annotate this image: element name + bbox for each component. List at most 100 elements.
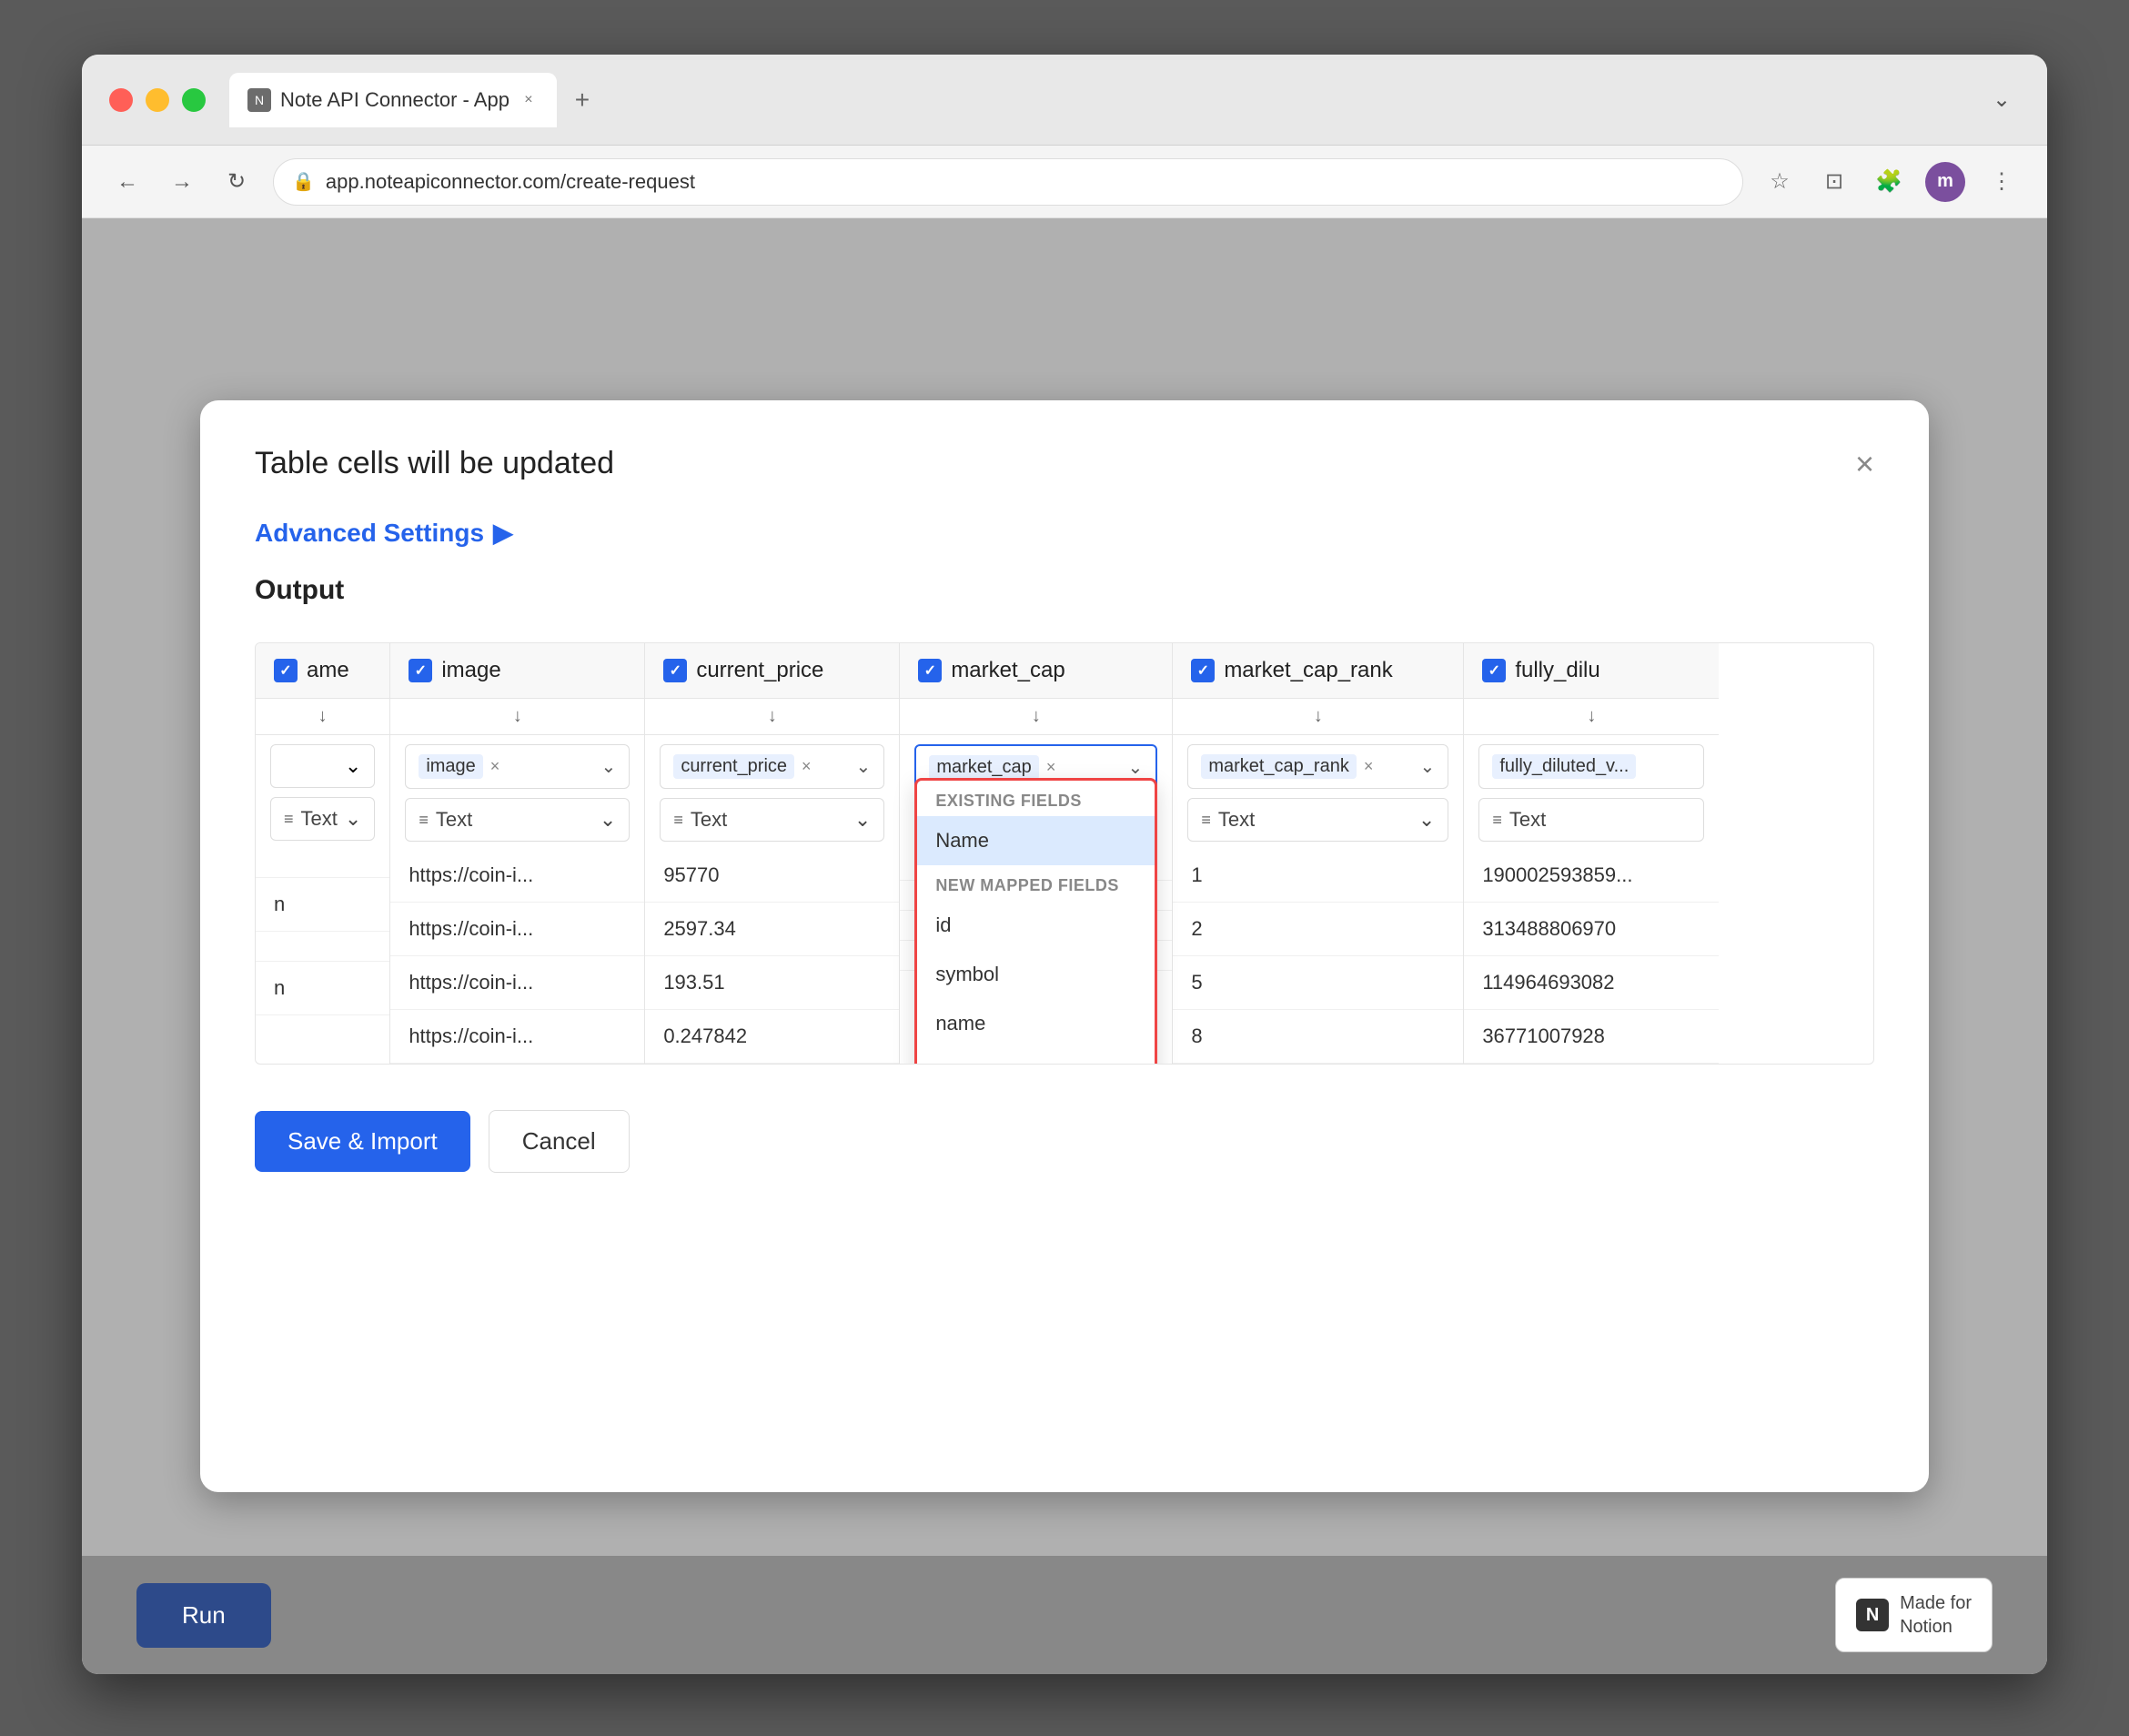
close-window-button[interactable] [109, 88, 133, 112]
tab-close-button[interactable]: × [519, 90, 539, 110]
col-image-type-value: Text [436, 808, 472, 832]
traffic-lights [109, 88, 206, 112]
col-fully-diluted-field-tag: fully_diluted_v... [1492, 754, 1636, 779]
col-market-cap-rank-field-selector[interactable]: market_cap_rank × ⌄ [1187, 744, 1448, 789]
toolbar-right: ☆ ⊡ 🧩 m ⋮ [1761, 162, 2020, 202]
col-current-price-field-clear[interactable]: × [802, 757, 812, 776]
table-row: n [256, 878, 389, 932]
col-fully-diluted-type-selector[interactable]: ≡ Text [1478, 798, 1704, 842]
screenshot-icon[interactable]: ⊡ [1816, 164, 1852, 200]
col-image-field-clear[interactable]: × [490, 757, 500, 776]
forward-button[interactable]: → [164, 164, 200, 200]
text-type-icon: ≡ [673, 811, 683, 830]
active-tab[interactable]: N Note API Connector - App × [229, 73, 557, 127]
col-fully-diluted-checkbox[interactable] [1482, 659, 1506, 682]
col-market-cap-rank-checkbox[interactable] [1191, 659, 1215, 682]
col-current-price: current_price ↓ current_price × ⌄ ≡ Text… [645, 643, 900, 1064]
dropdown-item-name[interactable]: Name [917, 816, 1155, 865]
col-fully-diluted-type-value: Text [1509, 808, 1546, 832]
profile-avatar[interactable]: m [1925, 162, 1965, 202]
bookmark-icon[interactable]: ☆ [1761, 164, 1798, 200]
col-name-field-selector[interactable]: ⌄ [270, 744, 375, 788]
browser-menu-button[interactable]: ⌄ [1983, 82, 2020, 118]
maximize-window-button[interactable] [182, 88, 206, 112]
col-current-price-field-arrow: ⌄ [856, 755, 872, 778]
minimize-window-button[interactable] [146, 88, 169, 112]
browser-toolbar: ← → ↻ 🔒 app.noteapiconnector.com/create-… [82, 146, 2047, 218]
made-for-notion-badge: N Made for Notion [1835, 1578, 1993, 1652]
col-current-price-header: current_price [645, 643, 899, 699]
extensions-icon[interactable]: 🧩 [1871, 164, 1907, 200]
browser-titlebar: N Note API Connector - App × + ⌄ [82, 55, 2047, 146]
bottom-bar: Run N Made for Notion [82, 1556, 2047, 1674]
table-row: 0.247842 [645, 1010, 899, 1064]
tab-bar: N Note API Connector - App × + [229, 73, 1969, 127]
col-market-cap-field-clear[interactable]: × [1046, 758, 1056, 777]
url-text: app.noteapiconnector.com/create-request [326, 170, 695, 194]
col-image-type-selector[interactable]: ≡ Text ⌄ [405, 798, 630, 842]
security-icon: 🔒 [292, 170, 315, 193]
col-image-checkbox[interactable] [409, 659, 432, 682]
advanced-settings-arrow: ▶ [493, 518, 513, 548]
col-current-price-type-arrow: ⌄ [854, 808, 871, 832]
col-market-cap-checkbox[interactable] [918, 659, 942, 682]
col-image-type-arrow: ⌄ [600, 808, 616, 832]
col-market-cap-arrow: ↓ [900, 699, 1172, 735]
modal-close-button[interactable]: × [1855, 448, 1874, 480]
col-market-cap-title: market_cap [951, 658, 1064, 683]
table-row: 190002593859... [1464, 849, 1719, 903]
col-name-checkbox[interactable] [274, 659, 298, 682]
table-row: 36771007928 [1464, 1010, 1719, 1064]
col-name-type-selector[interactable]: ≡ Text ⌄ [270, 797, 375, 841]
col-name: ame ↓ ⌄ ≡ Text ⌄ n [256, 643, 390, 1064]
output-section-label: Output [255, 575, 1874, 606]
col-current-price-type-selector[interactable]: ≡ Text ⌄ [660, 798, 884, 842]
col-name-header: ame [256, 643, 389, 699]
made-for-line2: Notion [1900, 1615, 1972, 1639]
col-fully-diluted-arrow: ↓ [1464, 699, 1719, 735]
col-market-cap-field-arrow: ⌄ [1128, 756, 1144, 779]
address-bar[interactable]: 🔒 app.noteapiconnector.com/create-reques… [273, 158, 1743, 206]
col-market-cap-rank-field-clear[interactable]: × [1364, 757, 1374, 776]
field-dropdown[interactable]: EXISTING FIELDS Name NEW MAPPED FIELDS i… [914, 778, 1157, 1065]
table-row [256, 848, 389, 878]
table-row: https://coin-i... [390, 956, 644, 1010]
made-for-line1: Made for [1900, 1591, 1972, 1615]
new-mapped-fields-label: NEW MAPPED FIELDS [917, 865, 1155, 901]
table-row: https://coin-i... [390, 849, 644, 903]
col-market-cap-rank-type-selector[interactable]: ≡ Text ⌄ [1187, 798, 1448, 842]
col-fully-diluted: fully_dilu ↓ fully_diluted_v... ≡ Text 1… [1464, 643, 1719, 1064]
modal-footer: Save & Import Cancel [255, 1110, 1874, 1173]
col-market-cap-rank-title: market_cap_rank [1224, 658, 1392, 683]
col-market-cap-header: market_cap [900, 643, 1172, 699]
tab-favicon: N [247, 88, 271, 112]
run-button[interactable]: Run [136, 1583, 271, 1648]
col-image-field-selector[interactable]: image × ⌄ [405, 744, 630, 789]
table-row: https://coin-i... [390, 903, 644, 956]
cancel-button[interactable]: Cancel [489, 1110, 630, 1173]
modal-title: Table cells will be updated [255, 446, 614, 481]
table-row: 2 [1173, 903, 1463, 956]
col-fully-diluted-header: fully_dilu [1464, 643, 1719, 699]
new-tab-button[interactable]: + [564, 82, 600, 118]
refresh-button[interactable]: ↻ [218, 164, 255, 200]
col-image-arrow: ↓ [390, 699, 644, 735]
table-row: 114964693082 [1464, 956, 1719, 1010]
dropdown-item-image[interactable]: image [917, 1048, 1155, 1065]
dropdown-item-id[interactable]: id [917, 901, 1155, 950]
advanced-settings-toggle[interactable]: Advanced Settings ▶ [255, 518, 1874, 548]
back-button[interactable]: ← [109, 164, 146, 200]
table-row: https://coin-i... [390, 1010, 644, 1064]
dropdown-item-name2[interactable]: name [917, 999, 1155, 1048]
dropdown-item-symbol[interactable]: symbol [917, 950, 1155, 999]
table-row: 2597.34 [645, 903, 899, 956]
col-current-price-field-tag: current_price [673, 754, 794, 779]
col-current-price-checkbox[interactable] [663, 659, 687, 682]
table-columns: ame ↓ ⌄ ≡ Text ⌄ n [255, 642, 1874, 1065]
col-market-cap-rank-type-value: Text [1218, 808, 1255, 832]
col-fully-diluted-field-selector[interactable]: fully_diluted_v... [1478, 744, 1704, 789]
save-import-button[interactable]: Save & Import [255, 1111, 470, 1172]
col-name-type-value: Text [301, 807, 338, 831]
col-current-price-field-selector[interactable]: current_price × ⌄ [660, 744, 884, 789]
menu-icon[interactable]: ⋮ [1983, 164, 2020, 200]
